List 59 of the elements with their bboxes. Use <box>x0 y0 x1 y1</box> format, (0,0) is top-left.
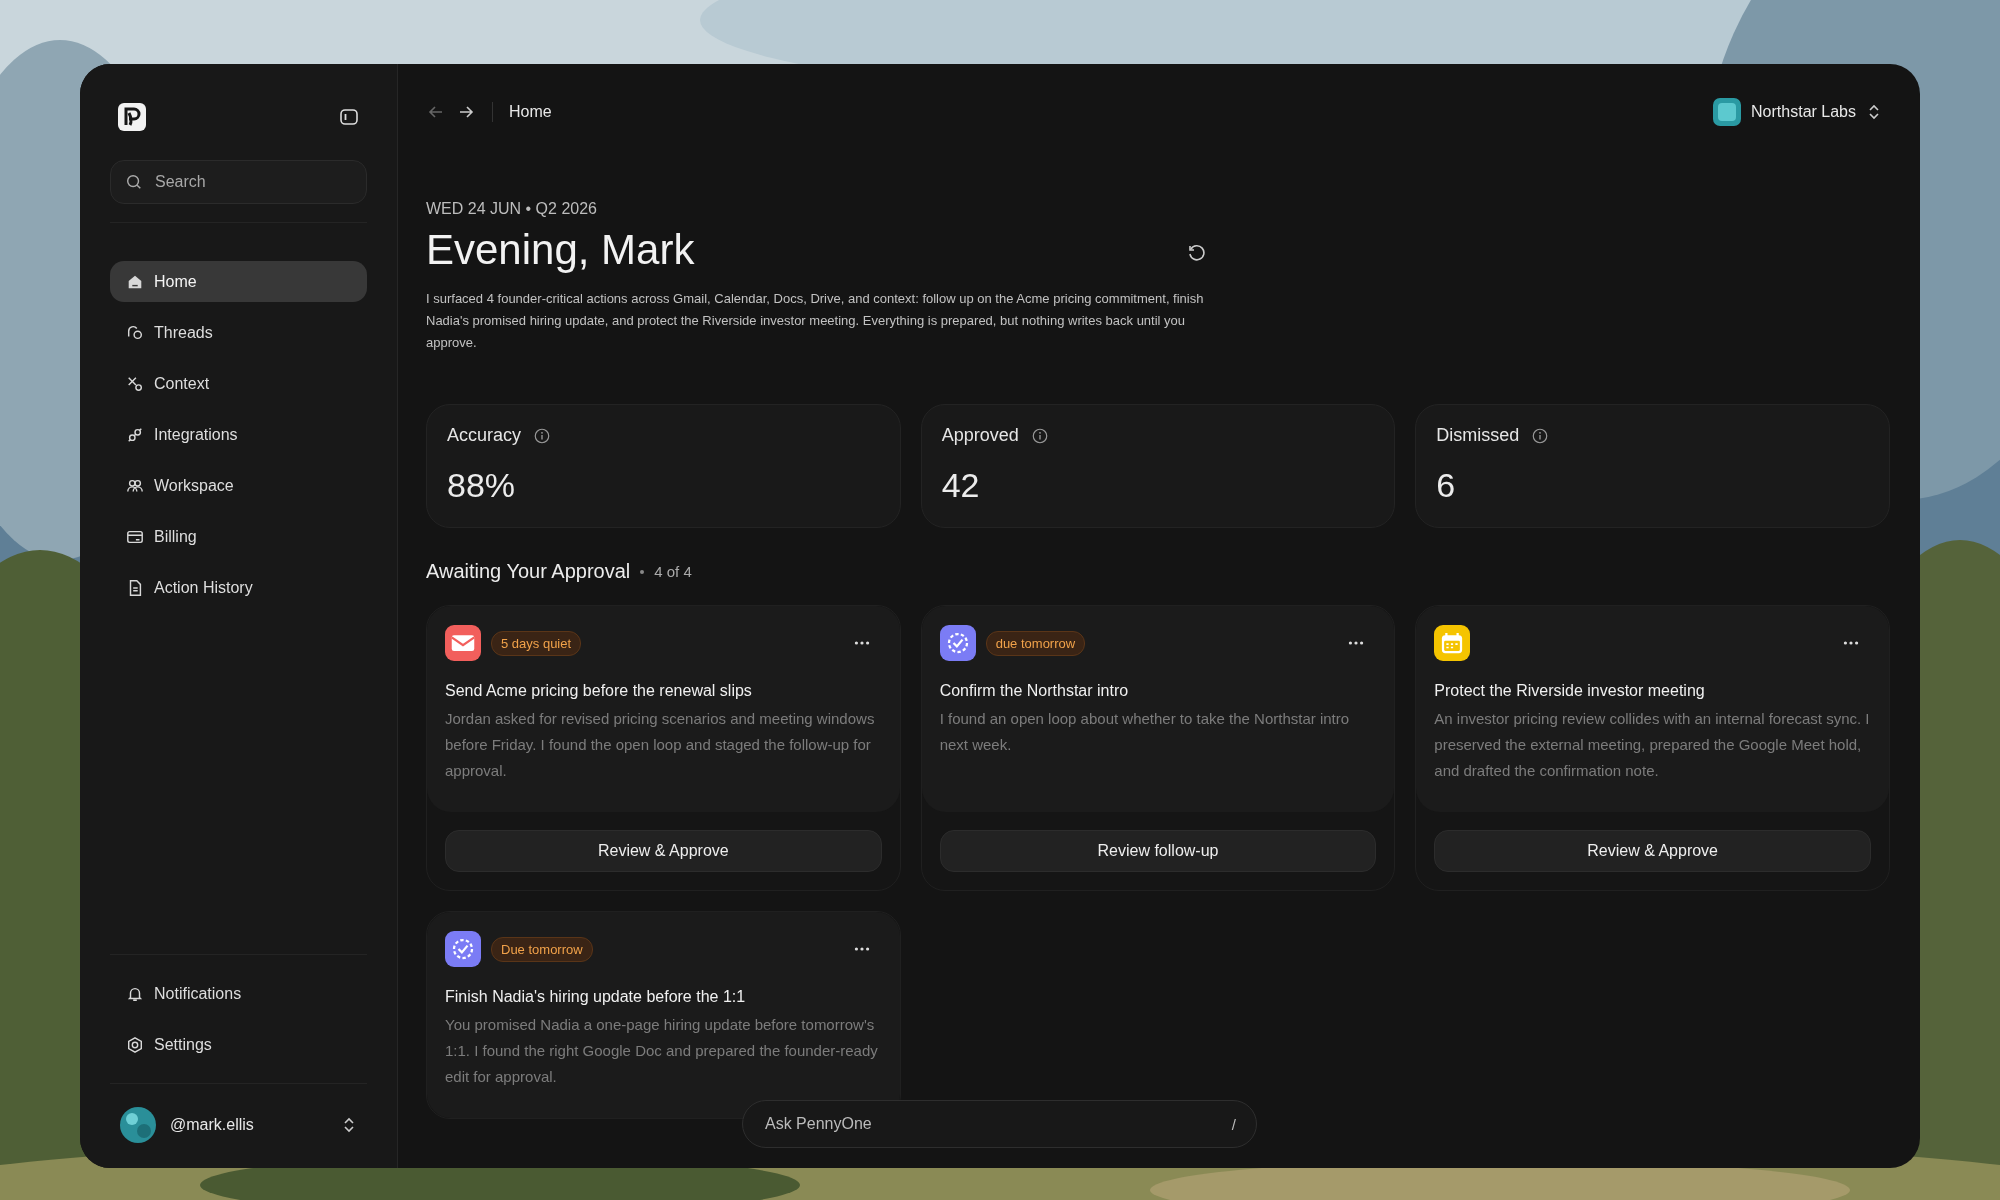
nav-item[interactable]: Notifications <box>110 973 367 1014</box>
ask-input[interactable]: Ask PennyOne <box>763 1114 1232 1134</box>
ask-field[interactable]: Ask PennyOne / <box>742 1100 1257 1148</box>
nav-item[interactable]: Settings <box>110 1024 367 1065</box>
sidebar-toggle-icon[interactable] <box>339 107 359 127</box>
nav-item[interactable]: Action History <box>110 567 367 608</box>
card-title: Send Acme pricing before the renewal slips <box>445 682 753 700</box>
user-menu[interactable]: @mark.ellis <box>110 1102 367 1148</box>
nav-item[interactable]: Workspace <box>110 465 367 506</box>
more-icon[interactable] <box>853 946 870 952</box>
chevron-updown-icon <box>341 1117 357 1133</box>
nav-item[interactable]: Context <box>110 363 367 404</box>
workspace-logo-icon <box>1713 98 1742 126</box>
search-field[interactable]: Search <box>110 160 367 204</box>
more-icon[interactable] <box>1843 640 1859 646</box>
separator-dot <box>640 569 645 574</box>
card-title: Confirm the Northstar intro <box>939 682 1130 700</box>
logo[interactable] <box>118 103 146 131</box>
stat-label: Accuracy <box>447 425 522 446</box>
card-description: You promised Nadia a one-page hiring update before tomorrow's 1:1. I found the right Google Doc and prepared the founder-ready edit for approval. <box>445 1015 879 1087</box>
review-button[interactable]: Review & Approve <box>445 830 882 872</box>
stat-value: 6 <box>1436 466 1457 505</box>
date-label: WED 24 JUN • Q2 2026 <box>426 200 598 218</box>
nav-item[interactable]: Billing <box>110 516 367 557</box>
avatar-icon <box>120 1107 156 1143</box>
summary-paragraph: I surfaced 4 founder-critical actions across Gmail, Calendar, Docs, Drive, and context: follow up on the Acme pricing commitment, finish Nadia's promised hiring update, and protect the Riverside investor meeting. Everything is prepared, but nothing writes back until you approve. <box>426 290 1205 352</box>
greeting-title: Evening, Mark <box>426 226 695 274</box>
card-title: Protect the Riverside investor meeting <box>1434 682 1706 700</box>
search-input[interactable]: Search <box>153 172 337 192</box>
stat-label: Dismissed <box>1436 425 1520 446</box>
review-button[interactable]: Review follow-up <box>939 830 1377 872</box>
stat-label: Approved <box>941 425 1019 446</box>
info-icon[interactable] <box>1030 426 1049 445</box>
more-icon[interactable] <box>1348 640 1365 646</box>
info-icon[interactable] <box>533 426 552 445</box>
card-title: Finish Nadia's hiring update before the 1:1 <box>445 988 747 1006</box>
stat-value: 88% <box>447 466 517 505</box>
status-badge: due tomorrow <box>985 630 1086 656</box>
refresh-icon[interactable] <box>1186 243 1206 263</box>
workspace-switcher[interactable]: Northstar Labs <box>1713 98 1882 126</box>
status-badge: Due tomorrow <box>491 936 593 962</box>
card-description: An investor pricing review collides with an internal forecast sync. I preserved the external meeting, prepared the Google Meet hold, and drafted the confirmation note. <box>1434 709 1871 781</box>
nav-item[interactable]: Threads <box>110 312 367 353</box>
more-icon[interactable] <box>853 640 870 646</box>
shortcut-hint: / <box>1231 1115 1236 1133</box>
search-icon <box>125 173 143 191</box>
status-badge: 5 days quiet <box>491 630 582 656</box>
card-description: Jordan asked for revised pricing scenarios and meeting windows before Friday. I found the open loop and staged the follow-up for approval. <box>445 709 876 781</box>
settings-icon <box>126 1035 144 1054</box>
breadcrumb: Home <box>509 103 552 121</box>
section-title: Awaiting Your Approval <box>426 560 631 583</box>
chevron-updown-icon <box>1866 104 1882 120</box>
info-icon[interactable] <box>1531 426 1550 445</box>
nav-item[interactable]: Integrations <box>110 414 367 455</box>
nav-item[interactable]: Home <box>110 261 367 302</box>
review-button[interactable]: Review & Approve <box>1434 830 1871 872</box>
count-label: 4 of 4 <box>654 563 692 580</box>
stat-value: 42 <box>941 466 981 505</box>
card-description: I found an open loop about whether to take the Northstar intro next week. <box>939 709 1351 755</box>
